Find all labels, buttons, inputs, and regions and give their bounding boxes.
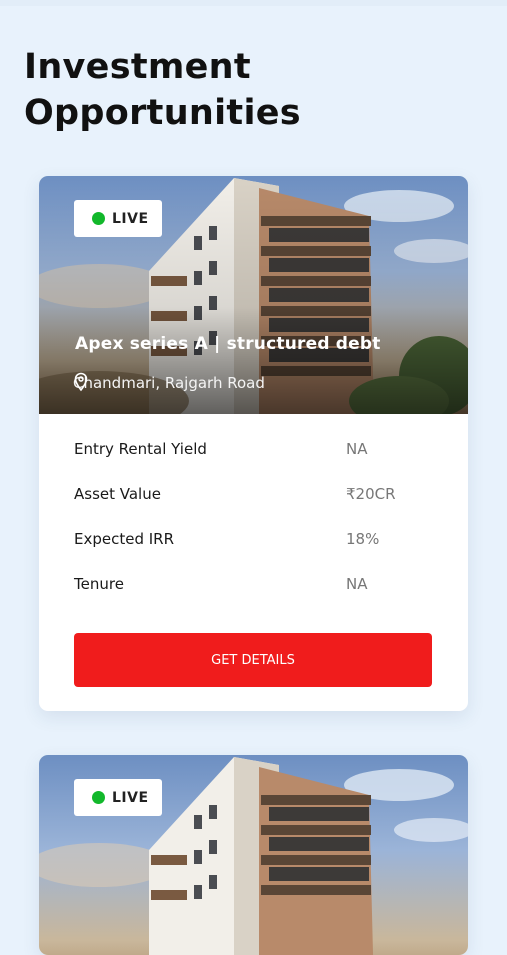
property-location-text: Chandmari, Rajgarh Road <box>73 374 265 392</box>
detail-row-tenure: Tenure NA <box>74 575 434 620</box>
investment-card[interactable]: LIVE <box>39 755 468 955</box>
detail-label: Asset Value <box>74 485 161 503</box>
detail-row-entry-rental-yield: Entry Rental Yield NA <box>74 440 434 485</box>
investment-details: Entry Rental Yield NA Asset Value ₹20CR … <box>74 440 434 620</box>
property-title: Apex series A | structured debt <box>75 334 381 354</box>
live-status-dot <box>92 791 105 804</box>
live-badge: LIVE <box>74 200 162 237</box>
detail-label: Tenure <box>74 575 124 593</box>
detail-value: NA <box>346 440 368 458</box>
detail-label: Expected IRR <box>74 530 175 548</box>
map-pin-icon <box>74 372 88 392</box>
investment-card[interactable]: LIVE Apex series A | structured debt Cha… <box>39 176 468 711</box>
property-location: Chandmari, Rajgarh Road <box>73 372 265 394</box>
live-badge: LIVE <box>74 779 162 816</box>
property-image: LIVE <box>39 755 468 955</box>
detail-value: 18% <box>346 530 380 548</box>
detail-row-asset-value: Asset Value ₹20CR <box>74 485 434 530</box>
detail-label: Entry Rental Yield <box>74 440 207 458</box>
live-badge-label: LIVE <box>112 210 149 227</box>
status-strip <box>0 0 507 6</box>
detail-row-expected-irr: Expected IRR 18% <box>74 530 434 575</box>
detail-value: NA <box>346 575 368 593</box>
detail-value: ₹20CR <box>346 485 396 503</box>
get-details-button[interactable]: GET DETAILS <box>74 633 432 687</box>
live-status-dot <box>92 212 105 225</box>
property-image: LIVE Apex series A | structured debt Cha… <box>39 176 468 414</box>
page-title: Investment Opportunities <box>24 47 301 133</box>
live-badge-label: LIVE <box>112 789 149 806</box>
